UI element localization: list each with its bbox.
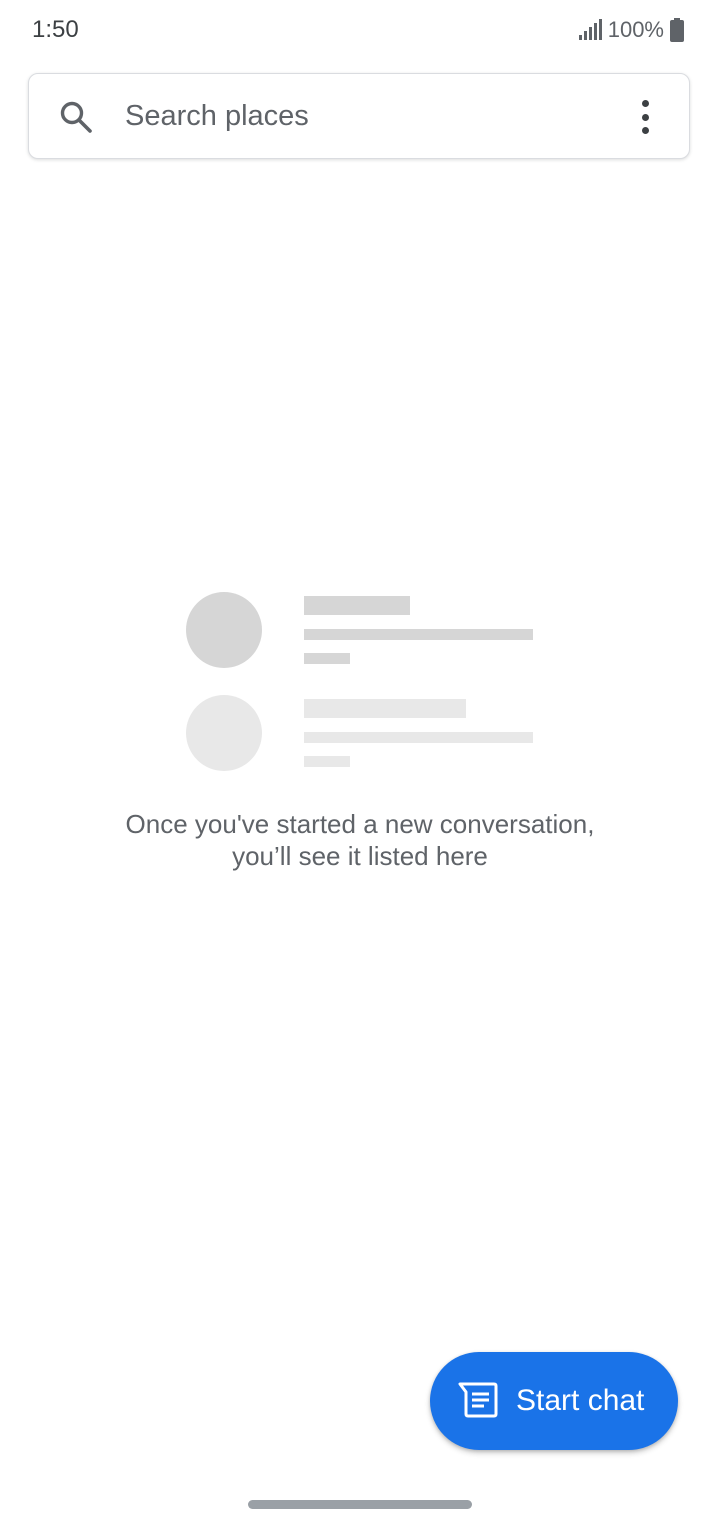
signal-icon (578, 19, 602, 40)
status-bar: 1:50 100% (0, 0, 720, 60)
empty-state-line-2: you’ll see it listed here (232, 841, 488, 871)
status-time: 1:50 (32, 16, 79, 43)
status-icons: 100% (578, 16, 684, 44)
placeholder-conversation-2 (186, 695, 536, 771)
placeholder-text-line (304, 732, 533, 743)
placeholder-conversation-1 (186, 592, 536, 668)
placeholder-short-line (304, 756, 350, 767)
start-chat-label: Start chat (516, 1384, 645, 1417)
placeholder-title-line (304, 699, 466, 718)
more-options-button[interactable] (627, 98, 663, 136)
conversations-screen: 1:50 100% Search places Once you've star… (0, 0, 720, 1520)
search-input[interactable] (125, 96, 595, 136)
chat-icon (458, 1382, 498, 1418)
placeholder-avatar (186, 695, 262, 771)
search-bar[interactable] (28, 73, 690, 159)
empty-state-message: Once you've started a new conversation, … (60, 808, 660, 872)
battery-percent: 100% (607, 17, 664, 42)
placeholder-avatar (186, 592, 262, 668)
start-chat-button[interactable]: Start chat (430, 1352, 678, 1450)
placeholder-short-line (304, 653, 350, 664)
placeholder-text-line (304, 629, 533, 640)
gesture-nav-handle[interactable] (248, 1500, 472, 1509)
battery-icon (670, 18, 684, 42)
placeholder-title-line (304, 596, 410, 615)
empty-state-line-1: Once you've started a new conversation, (125, 809, 595, 839)
more-vert-icon (641, 100, 649, 107)
more-vert-icon-dot (641, 113, 649, 121)
more-vert-icon-dot (641, 127, 649, 134)
search-icon (60, 101, 92, 133)
